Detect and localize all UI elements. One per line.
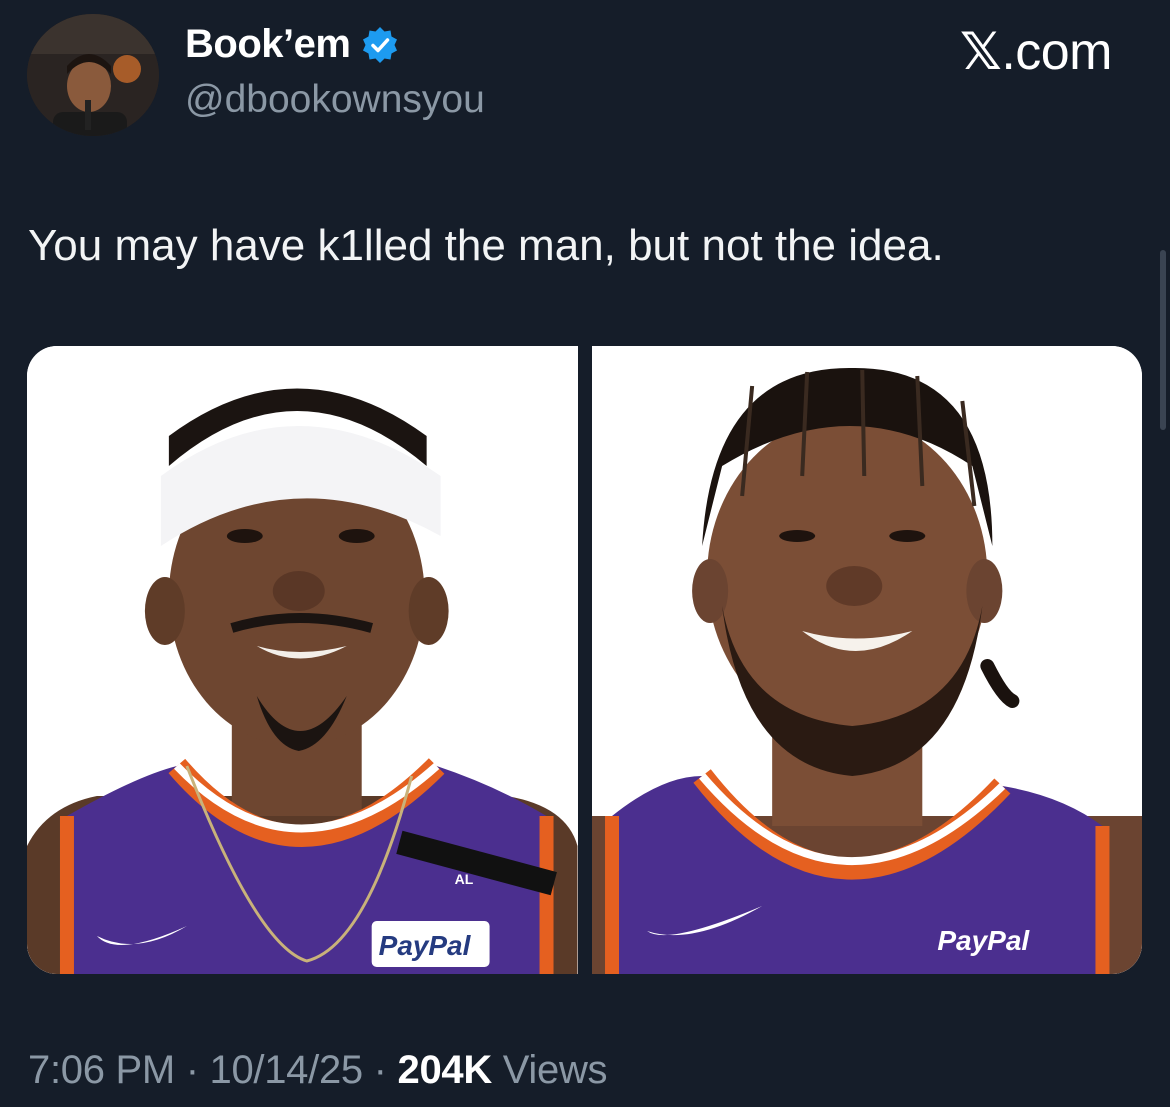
author-name[interactable]: Book’em (185, 22, 351, 67)
x-logo-icon: 𝕏.com (959, 22, 1113, 82)
author-name-row[interactable]: Book’em (185, 22, 400, 67)
author-handle[interactable]: @dbookownsyou (185, 78, 485, 122)
meta-separator-1: · (174, 1048, 210, 1092)
tweet-text: You may have k1lled the man, but not the… (28, 221, 944, 270)
jersey-patch-left: AL (455, 871, 474, 887)
media-grid: AL PayPal PayPal (27, 346, 1142, 974)
meta-separator-2: · (362, 1048, 398, 1092)
media-photo-right[interactable]: PayPal (591, 346, 1142, 974)
media-photo-left[interactable]: AL PayPal (27, 346, 578, 974)
site-suffix: .com (1001, 23, 1112, 81)
views-count[interactable]: 204K (398, 1048, 493, 1092)
x-glyph: 𝕏 (959, 23, 1002, 81)
tweet-card: Book’em @dbookownsyou 𝕏.com You may have… (0, 0, 1170, 1107)
tweet-meta: 7:06 PM · 10/14/25 · 204K Views (28, 1048, 608, 1093)
verified-badge-icon (360, 25, 400, 65)
avatar[interactable] (27, 14, 159, 136)
tweet-time[interactable]: 7:06 PM (28, 1048, 175, 1092)
scrollbar[interactable] (1160, 250, 1166, 430)
views-label: Views (502, 1048, 608, 1092)
tweet-date[interactable]: 10/14/25 (210, 1048, 364, 1092)
jersey-sponsor-left: PayPal (379, 930, 472, 961)
jersey-sponsor-right: PayPal (937, 925, 1030, 956)
